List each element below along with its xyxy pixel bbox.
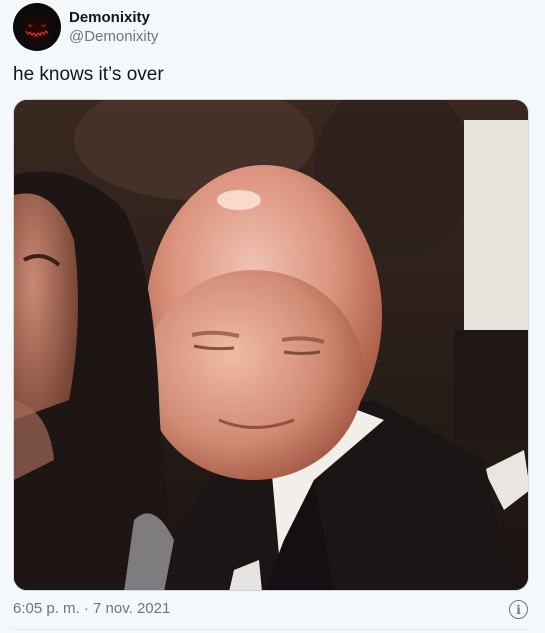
author-names: Demonixity @Demonixity	[69, 8, 158, 46]
divider	[13, 629, 529, 630]
tweet-card: Demonixity @Demonixity he knows it’s ove…	[0, 0, 545, 633]
tweet-photo[interactable]	[13, 99, 529, 591]
tweet-text: he knows it’s over	[13, 64, 164, 85]
display-name[interactable]: Demonixity	[69, 8, 158, 27]
tweet-date[interactable]: 7 nov. 2021	[93, 600, 170, 617]
tweet-time[interactable]: 6:05 p. m.	[13, 600, 80, 617]
demon-smile-icon	[23, 24, 51, 37]
avatar[interactable]	[13, 3, 61, 51]
tweet-header: Demonixity @Demonixity	[13, 3, 158, 51]
user-handle[interactable]: @Demonixity	[69, 27, 158, 46]
timestamp-separator: ·	[83, 600, 89, 617]
tweet-timestamp: 6:05 p. m. · 7 nov. 2021	[13, 599, 170, 619]
info-icon[interactable]: i	[509, 600, 528, 619]
photo-image	[14, 100, 528, 590]
